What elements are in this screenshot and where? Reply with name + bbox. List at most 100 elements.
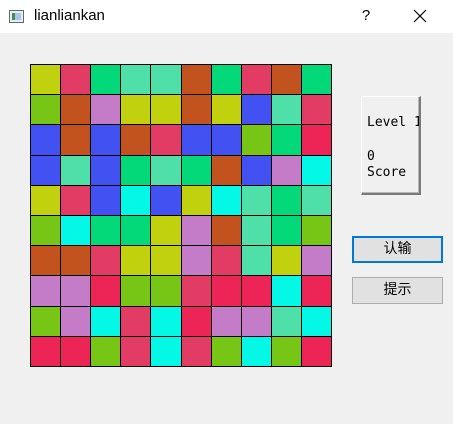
board-tile[interactable] <box>121 155 151 185</box>
board-tile[interactable] <box>61 65 91 95</box>
board-tile[interactable] <box>301 216 331 246</box>
board-tile[interactable] <box>151 65 181 95</box>
board-tile[interactable] <box>31 216 61 246</box>
board-tile[interactable] <box>301 276 331 306</box>
give-up-button[interactable]: 认输 <box>352 236 443 263</box>
board-tile[interactable] <box>241 95 271 125</box>
board-tile[interactable] <box>91 65 121 95</box>
board-tile[interactable] <box>211 336 241 366</box>
board-tile[interactable] <box>31 65 61 95</box>
board-tile[interactable] <box>241 246 271 276</box>
board-tile[interactable] <box>181 125 211 155</box>
board-tile[interactable] <box>181 155 211 185</box>
board-tile[interactable] <box>61 216 91 246</box>
board-tile[interactable] <box>301 246 331 276</box>
board-tile[interactable] <box>151 216 181 246</box>
board-tile[interactable] <box>271 95 301 125</box>
board-tile[interactable] <box>211 155 241 185</box>
board-tile[interactable] <box>241 65 271 95</box>
board-tile[interactable] <box>121 95 151 125</box>
board-tile[interactable] <box>151 246 181 276</box>
board-tile[interactable] <box>271 246 301 276</box>
board-tile[interactable] <box>181 336 211 366</box>
board-tile[interactable] <box>151 185 181 215</box>
board-tile[interactable] <box>121 276 151 306</box>
board-tile[interactable] <box>241 306 271 336</box>
board-tile[interactable] <box>61 155 91 185</box>
board-tile[interactable] <box>211 216 241 246</box>
board-tile[interactable] <box>61 125 91 155</box>
board-tile[interactable] <box>241 336 271 366</box>
board-tile[interactable] <box>91 95 121 125</box>
board-tile[interactable] <box>301 125 331 155</box>
help-button[interactable]: ? <box>355 4 377 28</box>
board-tile[interactable] <box>241 276 271 306</box>
board-tile[interactable] <box>31 125 61 155</box>
board-tile[interactable] <box>31 246 61 276</box>
board-tile[interactable] <box>301 155 331 185</box>
board-tile[interactable] <box>151 306 181 336</box>
board-tile[interactable] <box>121 336 151 366</box>
board-tile[interactable] <box>61 306 91 336</box>
board-tile[interactable] <box>301 336 331 366</box>
board-tile[interactable] <box>271 216 301 246</box>
board-tile[interactable] <box>31 276 61 306</box>
board-tile[interactable] <box>271 336 301 366</box>
board-tile[interactable] <box>151 125 181 155</box>
board-tile[interactable] <box>211 306 241 336</box>
board-tile[interactable] <box>211 65 241 95</box>
board-tile[interactable] <box>151 95 181 125</box>
board-tile[interactable] <box>181 95 211 125</box>
board-tile[interactable] <box>211 125 241 155</box>
board-tile[interactable] <box>91 336 121 366</box>
board-tile[interactable] <box>121 216 151 246</box>
board-tile[interactable] <box>211 246 241 276</box>
board-tile[interactable] <box>91 306 121 336</box>
board-tile[interactable] <box>121 246 151 276</box>
board-tile[interactable] <box>121 185 151 215</box>
board-tile[interactable] <box>61 276 91 306</box>
board-tile[interactable] <box>271 125 301 155</box>
board-tile[interactable] <box>31 336 61 366</box>
board-tile[interactable] <box>91 125 121 155</box>
board-tile[interactable] <box>211 276 241 306</box>
board-tile[interactable] <box>151 155 181 185</box>
board-tile[interactable] <box>241 155 271 185</box>
board-tile[interactable] <box>271 276 301 306</box>
board-tile[interactable] <box>271 185 301 215</box>
board-tile[interactable] <box>301 95 331 125</box>
board-tile[interactable] <box>181 246 211 276</box>
board-tile[interactable] <box>181 65 211 95</box>
board-tile[interactable] <box>121 306 151 336</box>
board-tile[interactable] <box>91 276 121 306</box>
board-tile[interactable] <box>91 216 121 246</box>
board-tile[interactable] <box>31 155 61 185</box>
board-tile[interactable] <box>31 306 61 336</box>
board-tile[interactable] <box>301 65 331 95</box>
board-tile[interactable] <box>91 246 121 276</box>
board-tile[interactable] <box>181 216 211 246</box>
board-tile[interactable] <box>121 125 151 155</box>
board-tile[interactable] <box>151 276 181 306</box>
board-tile[interactable] <box>211 95 241 125</box>
board-tile[interactable] <box>91 155 121 185</box>
board-tile[interactable] <box>241 185 271 215</box>
board-tile[interactable] <box>271 155 301 185</box>
close-button[interactable] <box>404 2 436 30</box>
hint-button[interactable]: 提示 <box>352 277 443 304</box>
board-tile[interactable] <box>301 185 331 215</box>
board-tile[interactable] <box>31 185 61 215</box>
board-tile[interactable] <box>181 306 211 336</box>
board-tile[interactable] <box>61 336 91 366</box>
board-tile[interactable] <box>271 306 301 336</box>
board-tile[interactable] <box>271 65 301 95</box>
board-tile[interactable] <box>121 65 151 95</box>
board-tile[interactable] <box>151 336 181 366</box>
board-tile[interactable] <box>61 95 91 125</box>
board-tile[interactable] <box>241 216 271 246</box>
board-tile[interactable] <box>211 185 241 215</box>
board-tile[interactable] <box>241 125 271 155</box>
board-tile[interactable] <box>61 185 91 215</box>
board-tile[interactable] <box>181 185 211 215</box>
board-tile[interactable] <box>181 276 211 306</box>
